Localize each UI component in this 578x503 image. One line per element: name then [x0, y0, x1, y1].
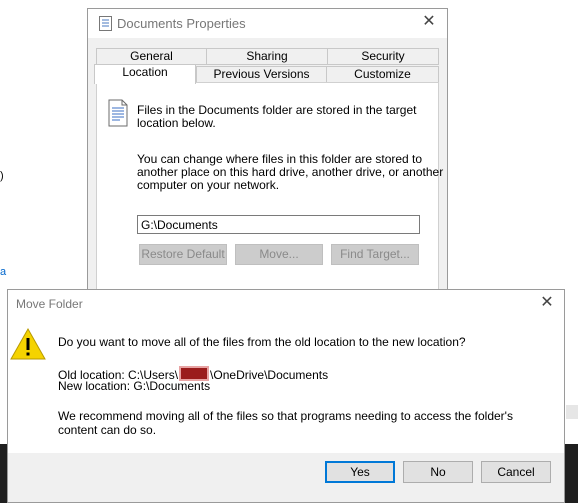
- find-target-button[interactable]: Find Target...: [331, 244, 419, 265]
- properties-titlebar: Documents Properties ✕: [88, 9, 447, 38]
- move-button[interactable]: Move...: [235, 244, 323, 265]
- move-folder-titlebar: Move Folder ✕: [8, 290, 564, 318]
- cancel-button[interactable]: Cancel: [481, 461, 551, 483]
- tab-label: Customize: [354, 67, 411, 81]
- tab-label: Location: [122, 65, 168, 79]
- old-location-suffix: \OneDrive\Documents: [210, 368, 329, 382]
- tab-security[interactable]: Security: [327, 48, 439, 65]
- tab-general[interactable]: General: [96, 48, 207, 65]
- close-icon[interactable]: ✕: [538, 294, 556, 312]
- warning-icon: [10, 327, 46, 360]
- background-text-fragment: ): [0, 170, 4, 182]
- button-label: Restore Default: [141, 247, 225, 261]
- tab-label: General: [130, 49, 173, 63]
- background-scrollbar-fragment: [566, 405, 578, 419]
- tab-sharing[interactable]: Sharing: [206, 48, 328, 65]
- document-icon: [108, 99, 128, 127]
- move-question: Do you want to move all of the files fro…: [58, 335, 466, 349]
- no-button[interactable]: No: [403, 461, 473, 483]
- move-folder-title: Move Folder: [16, 297, 83, 311]
- tab-label: Previous Versions: [213, 67, 310, 81]
- button-label: No: [430, 465, 446, 479]
- button-label: Yes: [350, 465, 370, 479]
- yes-button[interactable]: Yes: [325, 461, 395, 483]
- recommend-line-1: We recommend moving all of the files so …: [58, 409, 513, 423]
- button-label: Find Target...: [340, 247, 410, 261]
- new-location-line: New location: G:\Documents: [58, 379, 211, 393]
- recommend-line-2: content can do so.: [58, 423, 157, 437]
- background-link-fragment[interactable]: a: [0, 266, 6, 278]
- tab-customize[interactable]: Customize: [326, 66, 439, 83]
- tab-previous-versions[interactable]: Previous Versions: [196, 66, 327, 83]
- tab-location[interactable]: Location: [94, 64, 196, 84]
- location-info-line-2: location below.: [137, 116, 216, 130]
- restore-default-button[interactable]: Restore Default: [139, 244, 227, 265]
- properties-window-title: Documents Properties: [117, 16, 246, 31]
- button-label: Cancel: [497, 465, 535, 479]
- change-info-line-3: computer on your network.: [137, 178, 280, 192]
- tab-label: Sharing: [246, 49, 288, 63]
- close-icon[interactable]: ✕: [420, 13, 438, 31]
- tab-label: Security: [361, 49, 405, 63]
- target-path-input[interactable]: [137, 215, 420, 234]
- folder-properties-icon: [99, 16, 112, 31]
- button-label: Move...: [259, 247, 299, 261]
